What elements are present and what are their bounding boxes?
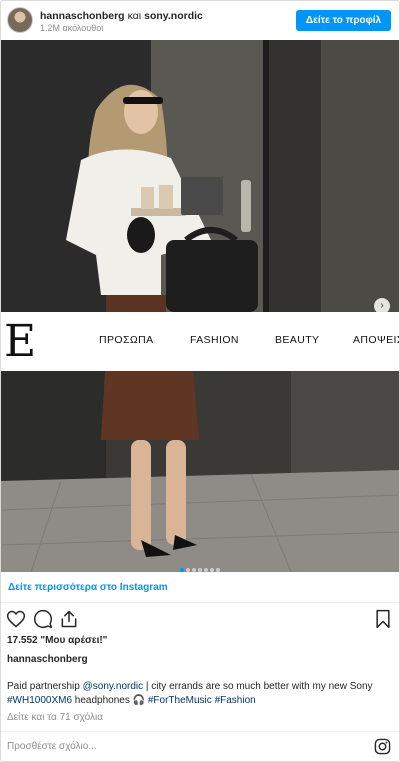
post-photo <box>1 40 399 572</box>
nav-item-beauty: BEAUTY <box>275 334 320 346</box>
add-comment-field[interactable]: Προσθέστε σχόλιο... <box>7 741 97 752</box>
post-owner-username[interactable]: hannaschonberg <box>7 654 88 665</box>
instagram-logo-icon[interactable] <box>374 738 391 755</box>
instagram-embed: hannaschonberg και sony.nordic 1.2M ακόλου… <box>0 0 400 762</box>
authors-conjunction: και <box>127 10 142 22</box>
like-count[interactable]: 17.552 "Μου αρέσει!" <box>7 635 107 646</box>
post-authors: hannaschonberg και sony.nordic <box>40 10 203 22</box>
nav-item-apopseis: ΑΠΟΨΕΙΣ <box>353 334 399 346</box>
carousel-dot <box>216 568 220 572</box>
carousel-dot <box>210 568 214 572</box>
mention-link[interactable]: @sony.nordic <box>83 681 144 692</box>
carousel-dot <box>186 568 190 572</box>
divider <box>1 731 399 732</box>
share-icon[interactable] <box>59 609 79 629</box>
view-more-on-instagram-link[interactable]: Δείτε περισσότερα στο Instagram <box>8 582 168 593</box>
caption-text: headphones 🎧 <box>72 695 148 706</box>
magazine-logo: E <box>4 316 37 367</box>
hashtag-link[interactable]: #WH1000XM6 <box>7 695 72 706</box>
caption-prefix: Paid partnership <box>7 681 83 692</box>
carousel-dot <box>198 568 202 572</box>
magazine-nav-banner: E ΠΡΟΣΩΠΑ FASHION BEAUTY ΑΠΟΨΕΙΣ <box>1 312 399 371</box>
divider <box>1 602 399 603</box>
carousel-dot <box>204 568 208 572</box>
bookmark-icon[interactable] <box>374 609 392 629</box>
carousel-next-button[interactable]: › <box>374 298 390 314</box>
comment-icon[interactable] <box>33 609 53 629</box>
carousel-dot <box>192 568 196 572</box>
view-comments-link[interactable]: Δείτε και τα 71 σχόλια <box>7 712 103 723</box>
post-header: hannaschonberg και sony.nordic 1.2M ακόλου… <box>1 1 399 39</box>
carousel-dots <box>1 559 399 572</box>
hashtag-link[interactable]: #Fashion <box>215 695 256 706</box>
username-link[interactable]: hannaschonberg <box>40 10 125 22</box>
follower-count: 1.2M ακόλουθοι <box>40 23 104 33</box>
carousel-dot <box>180 568 184 572</box>
nav-item-prosopa: ΠΡΟΣΩΠΑ <box>99 334 154 346</box>
nav-item-fashion: FASHION <box>190 334 239 346</box>
heart-icon[interactable] <box>6 609 26 629</box>
view-profile-button[interactable]: Δείτε το προφίλ <box>296 10 391 31</box>
post-caption: Paid partnership @sony.nordic | city err… <box>7 680 393 708</box>
avatar[interactable] <box>7 7 33 33</box>
post-media[interactable]: E ΠΡΟΣΩΠΑ FASHION BEAUTY ΑΠΟΨΕΙΣ › <box>1 40 399 572</box>
partner-link[interactable]: sony.nordic <box>144 10 203 22</box>
hashtag-link[interactable]: #ForTheMusic <box>148 695 212 706</box>
chevron-right-icon: › <box>380 300 384 311</box>
caption-text: | city errands are so much better with m… <box>143 681 373 692</box>
